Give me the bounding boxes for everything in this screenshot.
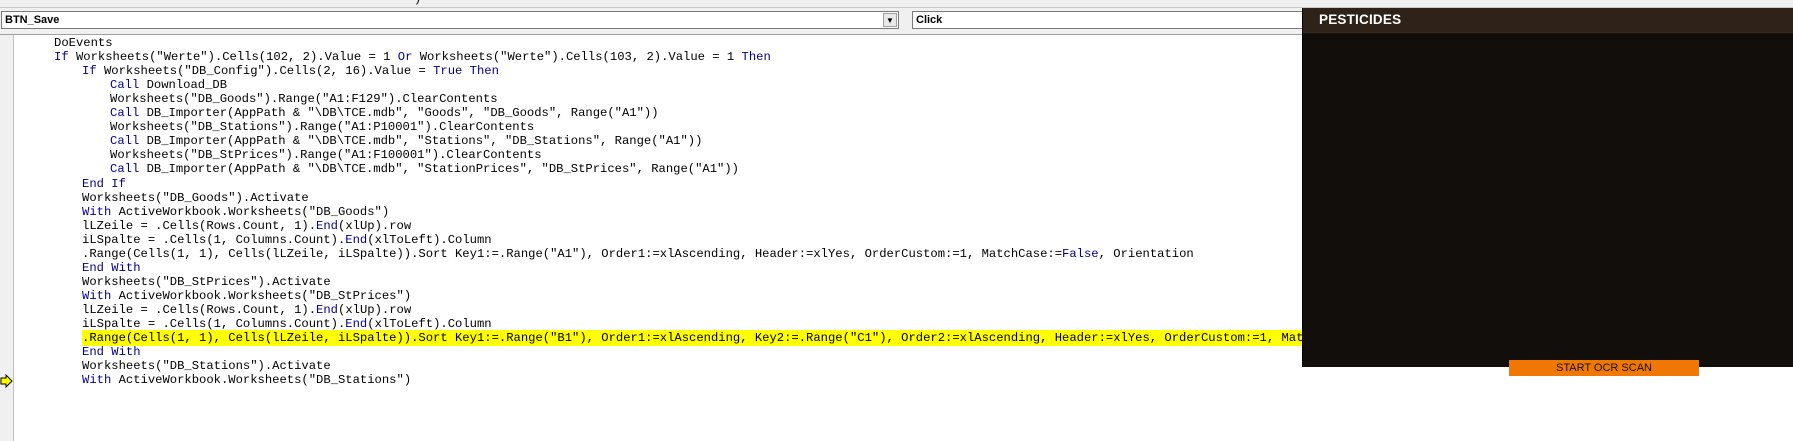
code-keyword: Call [110,134,140,149]
code-keyword: With [82,373,112,388]
code-keyword: With [111,260,141,275]
title-strip: ) [0,0,1793,8]
code-line[interactable]: With ActiveWorkbook.Worksheets("DB_Stati… [82,372,411,388]
code-keyword: True [433,64,463,79]
code-keyword: With [82,204,112,219]
object-combo[interactable]: BTN_Save ▼ [1,11,899,29]
overlay-title: PESTICIDES [1319,12,1402,27]
code-keyword: End [82,260,104,275]
code-keyword: If [54,50,69,65]
code-keyword: End [316,218,338,233]
code-keyword: Call [110,106,140,121]
code-keyword: Call [110,162,140,177]
code-line[interactable]: Call DB_Importer(AppPath & "\DB\TCE.mdb"… [110,161,739,177]
code-keyword: If [82,64,97,79]
object-combo-value: BTN_Save [5,14,60,26]
code-keyword: If [111,176,126,191]
execution-pointer-arrow-icon [0,374,13,388]
code-keyword: End [345,232,368,247]
code-keyword: Or [397,50,413,65]
code-keyword: With [111,345,141,360]
title-strip-fragment: ) [414,0,421,6]
chevron-down-icon[interactable]: ▼ [883,13,897,27]
code-keyword: Call [110,78,140,93]
code-keyword: With [82,288,112,303]
code-line[interactable]: .Range(Cells(1, 1), Cells(lLZeile, iLSpa… [82,246,1194,262]
code-keyword: End [345,317,368,331]
code-keyword: False [1062,246,1099,261]
code-keyword: Then [741,50,771,65]
procedure-combo-value: Click [916,14,943,26]
code-keyword: End [82,176,104,191]
code-keyword: End [316,302,338,317]
overlay-title-bar: PESTICIDES [1303,8,1793,33]
code-keyword: Then [469,64,499,79]
pesticides-overlay-panel: PESTICIDES [1302,8,1793,367]
code-keyword: End [82,345,104,360]
start-ocr-scan-button[interactable]: START OCR SCAN [1509,360,1699,376]
